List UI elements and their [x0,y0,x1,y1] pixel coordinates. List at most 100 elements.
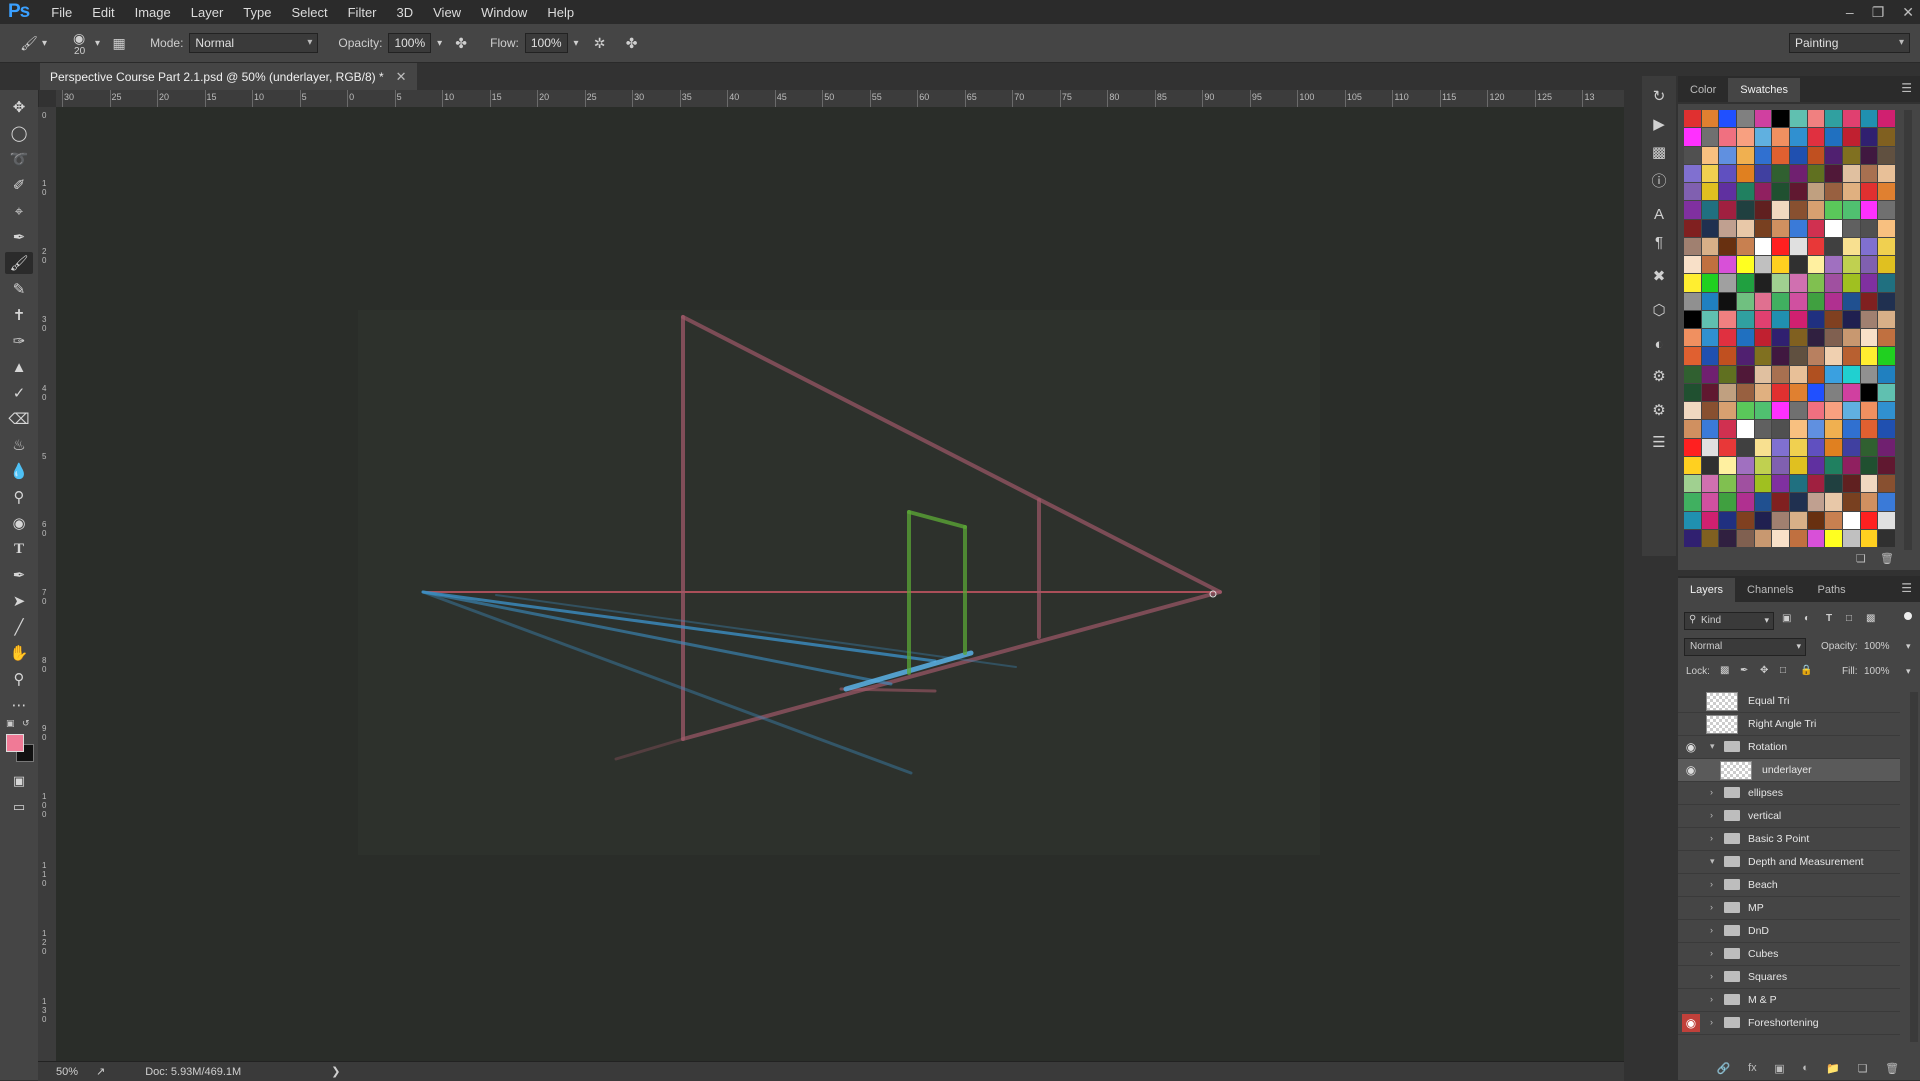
eye-icon[interactable] [1682,853,1700,871]
color-swatch[interactable] [1807,365,1825,383]
layer-style-icon[interactable]: fx [1748,1062,1757,1078]
color-swatch[interactable] [1825,402,1842,420]
color-swatch[interactable] [1737,110,1754,128]
color-swatch[interactable] [1790,146,1807,164]
tab-color[interactable]: Color [1678,78,1728,102]
color-swatch[interactable] [1684,493,1701,511]
delete-layer-icon[interactable]: 🗑 [1885,1062,1899,1078]
color-swatch[interactable] [1807,237,1825,255]
color-swatch[interactable] [1807,146,1825,164]
color-swatch[interactable] [1878,456,1895,474]
airbrush-icon[interactable]: ✲ [589,32,611,54]
restore-icon[interactable]: ❐ [1872,4,1885,21]
color-swatch[interactable] [1843,529,1860,547]
marquee-tool-icon[interactable]: ◯ [5,122,33,144]
eye-icon[interactable] [1682,692,1700,710]
color-swatch[interactable] [1860,347,1878,365]
color-swatch[interactable] [1843,310,1860,328]
color-swatch[interactable] [1772,274,1789,292]
color-swatch[interactable] [1807,164,1825,182]
color-swatch[interactable] [1860,329,1878,347]
color-swatch[interactable] [1790,402,1807,420]
paragraph-panel-icon[interactable]: ¶ [1649,232,1669,252]
color-swatch[interactable] [1737,256,1754,274]
color-swatch[interactable] [1790,110,1807,128]
color-swatch[interactable] [1807,274,1825,292]
delete-swatch-icon[interactable]: 🗑 [1880,552,1894,565]
color-swatch[interactable] [1843,402,1860,420]
color-swatch[interactable] [1860,402,1878,420]
color-swatch[interactable] [1701,219,1719,237]
pressure-opacity-icon[interactable]: ✤ [450,32,472,54]
color-swatch[interactable] [1807,493,1825,511]
chevron-right-icon[interactable]: › [1710,879,1713,889]
tab-swatches[interactable]: Swatches [1728,78,1800,102]
color-swatch[interactable] [1843,274,1860,292]
color-swatch[interactable] [1684,456,1701,474]
color-swatch[interactable] [1790,256,1807,274]
color-swatch[interactable] [1772,310,1789,328]
color-swatch[interactable] [1737,128,1754,146]
color-swatch[interactable] [1737,329,1754,347]
color-swatch[interactable] [1772,329,1789,347]
color-swatch[interactable] [1825,475,1842,493]
color-swatch[interactable] [1737,529,1754,547]
color-swatch[interactable] [1843,201,1860,219]
menu-file[interactable]: File [41,5,82,20]
color-swatch[interactable] [1772,219,1789,237]
menu-image[interactable]: Image [125,5,181,20]
color-swatch[interactable] [1807,201,1825,219]
eraser-tool-icon[interactable]: ⌫ [5,408,33,430]
eye-icon[interactable] [1682,899,1700,917]
color-swatch[interactable] [1807,529,1825,547]
color-swatch[interactable] [1772,237,1789,255]
color-swatch[interactable] [1719,292,1736,310]
color-swatch[interactable] [1701,383,1719,401]
chevron-right-icon[interactable]: › [1710,810,1713,820]
actions-panel-icon[interactable]: ▶ [1649,114,1669,134]
chevron-right-icon[interactable]: › [1710,902,1713,912]
color-swatch[interactable] [1701,183,1719,201]
color-swatch[interactable] [1772,456,1789,474]
sponge-tool-icon[interactable]: ◉ [5,512,33,534]
chevron-down-icon[interactable]: ▾ [1710,741,1715,752]
color-swatch[interactable] [1860,456,1878,474]
color-swatch[interactable] [1790,128,1807,146]
color-swatch[interactable] [1807,329,1825,347]
history-brush-tool-icon[interactable]: ✓ [5,382,33,404]
color-swatch[interactable] [1807,110,1825,128]
color-swatch[interactable] [1878,110,1895,128]
canvas-area[interactable] [56,107,1624,1061]
history-panel-icon[interactable]: ↻ [1649,86,1669,106]
color-swatch[interactable] [1860,511,1878,529]
brush-panel-toggle-icon[interactable]: ▦ [108,32,130,54]
color-swatch[interactable] [1825,383,1842,401]
color-swatch[interactable] [1701,256,1719,274]
status-menu-arrow-icon[interactable]: ❯ [331,1065,340,1078]
layer-row[interactable]: ◉ › Foreshortening [1678,1012,1900,1035]
color-swatch[interactable] [1754,329,1772,347]
eye-icon[interactable] [1682,807,1700,825]
color-swatch[interactable] [1825,237,1842,255]
default-colors-icon[interactable]: ▣ [6,718,15,729]
crop-tool-icon[interactable]: ⌖ [5,200,33,222]
lock-transparent-icon[interactable]: ▩ [1720,665,1729,676]
filter-shape-icon[interactable]: □ [1846,613,1852,624]
color-swatch[interactable] [1701,402,1719,420]
zoom-level[interactable]: 50% [56,1066,80,1078]
color-swatch[interactable] [1701,310,1719,328]
layers-scrollbar[interactable] [1910,692,1918,1042]
color-swatch[interactable] [1772,146,1789,164]
fill-chevron-icon[interactable]: ▾ [1906,666,1911,677]
color-swatch[interactable] [1701,329,1719,347]
color-swatch[interactable] [1790,456,1807,474]
color-swatch[interactable] [1843,110,1860,128]
color-swatch[interactable] [1719,237,1736,255]
color-swatch[interactable] [1719,420,1736,438]
lock-all-icon[interactable]: 🔒 [1800,665,1812,676]
color-swatch[interactable] [1843,456,1860,474]
color-swatch[interactable] [1684,183,1701,201]
opacity-input[interactable]: 100% [388,33,432,53]
blend-mode-select[interactable]: Normal ▾ [1684,638,1806,656]
color-swatch[interactable] [1843,475,1860,493]
